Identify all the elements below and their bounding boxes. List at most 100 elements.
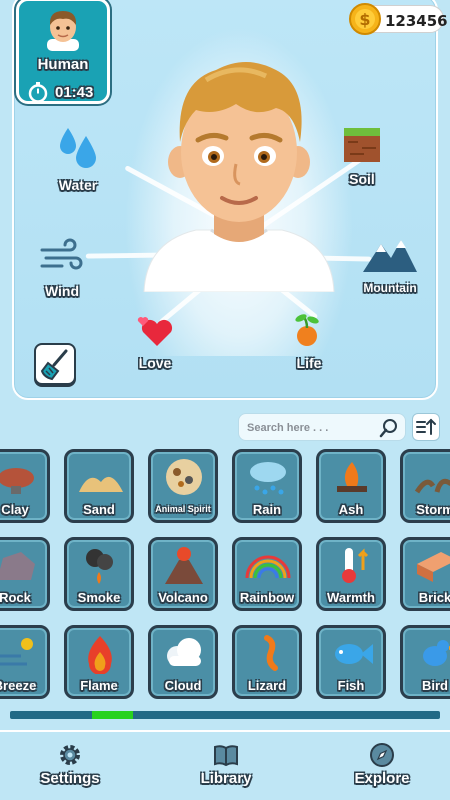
smoke-icon — [86, 549, 113, 584]
scroll-thumb[interactable] — [91, 711, 133, 719]
bottom-navigation: Settings Library Explore — [0, 730, 450, 800]
animal-spirit-icon — [166, 459, 202, 495]
coin-counter[interactable]: $ 123456 — [349, 3, 448, 35]
avatar — [47, 11, 79, 51]
flame-icon — [88, 636, 112, 674]
search-icon[interactable] — [379, 418, 399, 438]
element-name: Sand — [83, 502, 115, 517]
coin-value: 123456 — [385, 12, 448, 30]
soil-block-icon — [344, 128, 380, 162]
ring-element-water[interactable]: Water — [50, 122, 106, 193]
sprout-icon — [295, 314, 319, 346]
sort-icon — [416, 418, 436, 435]
element-name: Smoke — [77, 590, 121, 605]
clay-icon — [0, 468, 34, 494]
cloud-icon — [167, 638, 201, 666]
timer-text: 01:43 — [55, 83, 94, 101]
element-tile[interactable]: Breeze — [0, 625, 50, 699]
breeze-icon — [0, 638, 33, 666]
fish-icon — [335, 644, 373, 664]
ring-element-mountain[interactable]: Mountain — [350, 236, 430, 295]
element-tile[interactable]: Animal Spirit — [148, 449, 218, 523]
library-button[interactable]: Library — [176, 742, 276, 787]
ring-element-love[interactable]: Love — [130, 314, 180, 371]
sand-icon — [79, 476, 123, 492]
element-tile[interactable]: Fish — [316, 625, 386, 699]
ring-element-soil[interactable]: Soil — [332, 126, 392, 187]
settings-button[interactable]: Settings — [20, 742, 120, 787]
search-box[interactable] — [238, 413, 406, 441]
element-name: Breeze — [0, 678, 37, 693]
element-scroll-bar[interactable] — [10, 711, 440, 719]
ring-element-life[interactable]: Life — [284, 312, 334, 371]
element-name: Clay — [1, 502, 29, 517]
player-profile-card[interactable]: Human 01:43 — [16, 0, 110, 104]
wind-icon — [40, 238, 83, 270]
storm-icon — [414, 478, 450, 494]
human-character-image[interactable] — [136, 52, 342, 292]
element-tile[interactable]: Clay — [0, 449, 50, 523]
element-tile[interactable]: Lizard — [232, 625, 302, 699]
ring-label: Wind — [44, 283, 80, 299]
element-name: Rock — [0, 590, 31, 605]
element-name: Brick — [418, 590, 450, 605]
element-name: Rain — [252, 502, 282, 517]
ash-fire-icon — [337, 462, 367, 492]
element-tile[interactable]: Rock — [0, 537, 50, 611]
element-name: Animal Spirit — [155, 504, 211, 514]
ring-label: Mountain — [363, 281, 417, 295]
svg-text:$: $ — [359, 10, 370, 29]
player-name: Human — [37, 56, 89, 73]
clear-board-button[interactable] — [34, 343, 76, 385]
element-tile[interactable]: Flame — [64, 625, 134, 699]
compass-icon — [370, 743, 394, 767]
ring-label: Soil — [349, 171, 375, 187]
sort-button[interactable] — [412, 413, 440, 441]
element-tile[interactable]: Bird — [400, 625, 450, 699]
rain-cloud-icon — [250, 462, 286, 495]
dollar-coin-icon: $ — [349, 3, 381, 35]
element-name: Ash — [338, 502, 364, 517]
element-tile[interactable]: Brick — [400, 537, 450, 611]
element-tile[interactable]: Warmth — [316, 537, 386, 611]
element-tile[interactable]: Smoke — [64, 537, 134, 611]
ring-label: Life — [296, 355, 322, 371]
element-name: Volcano — [158, 590, 208, 605]
nav-label: Library — [200, 770, 252, 787]
gear-icon — [60, 745, 80, 765]
volcano-icon — [165, 547, 203, 584]
element-name: Lizard — [247, 678, 287, 693]
search-input[interactable] — [247, 419, 377, 437]
ring-label: Love — [138, 355, 172, 371]
element-tile[interactable]: Ash — [316, 449, 386, 523]
brick-icon — [417, 552, 450, 582]
broom-icon — [40, 349, 68, 381]
hearts-icon — [137, 317, 173, 346]
element-grid[interactable]: Clay Sand Animal Spirit Rain Ash Storm R… — [0, 449, 450, 705]
bird-icon — [423, 640, 450, 666]
lizard-icon — [264, 635, 278, 671]
element-tile[interactable]: Storm — [400, 449, 450, 523]
ring-element-wind[interactable]: Wind — [34, 238, 90, 299]
stopwatch-icon — [28, 82, 48, 103]
mountain-icon — [363, 240, 417, 272]
element-tile[interactable]: Rain — [232, 449, 302, 523]
element-name: Fish — [337, 678, 365, 693]
ring-label: Water — [58, 177, 98, 193]
combination-board: Human 01:43 $ 123456 Water Soil Wind Mou… — [12, 0, 448, 400]
element-name: Storm — [416, 502, 450, 517]
element-name: Cloud — [164, 678, 202, 693]
element-name: Warmth — [327, 590, 375, 605]
element-name: Bird — [422, 678, 448, 693]
element-tile[interactable]: Rainbow — [232, 537, 302, 611]
element-tile[interactable]: Sand — [64, 449, 134, 523]
element-name: Rainbow — [239, 590, 295, 605]
element-tile[interactable]: Volcano — [148, 537, 218, 611]
nav-label: Settings — [40, 770, 100, 787]
nav-label: Explore — [354, 770, 410, 787]
explore-button[interactable]: Explore — [332, 742, 432, 787]
rainbow-icon — [245, 555, 291, 579]
thermometer-icon — [342, 548, 369, 583]
element-name: Flame — [80, 678, 118, 693]
element-tile[interactable]: Cloud — [148, 625, 218, 699]
